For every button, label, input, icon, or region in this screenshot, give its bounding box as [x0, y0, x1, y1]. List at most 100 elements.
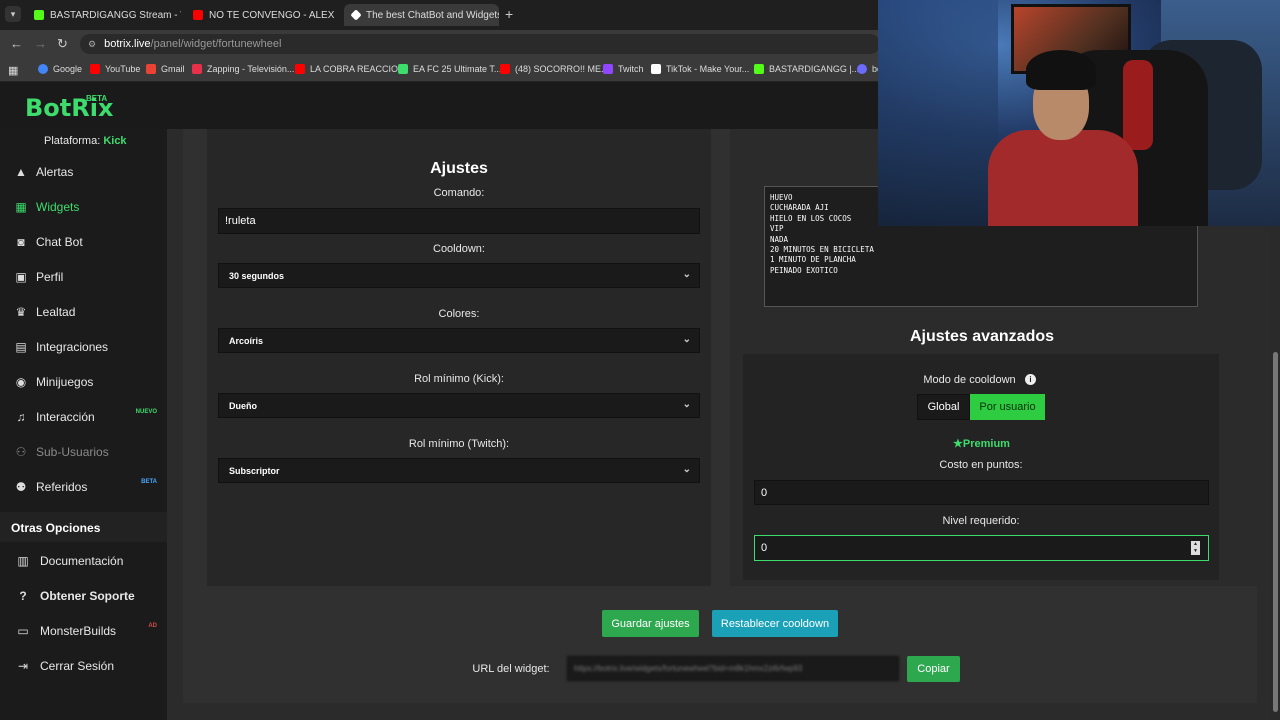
number-stepper[interactable]: ▲ ▼ [1191, 541, 1200, 555]
sidebar-item-interaccion[interactable]: ♫ Interacción NUEVO [0, 404, 167, 430]
chevron-down-icon: ⌄ [682, 269, 691, 280]
info-icon[interactable]: i [1025, 374, 1036, 385]
futbin-icon [398, 64, 408, 74]
copy-button[interactable]: Copiar [907, 656, 960, 682]
sidebar: Plataforma: Kick ▲ Alertas ▦ Widgets ◙ Chat… [0, 129, 167, 720]
apps-grid-icon[interactable]: ▦ [8, 64, 18, 77]
bookmark-la-cobra[interactable]: LA COBRA REACCIO... [295, 64, 406, 74]
browser-tab-botrix[interactable]: The best ChatBot and Widgets ✕ [344, 4, 499, 26]
sidebar-item-monsterbuilds[interactable]: ▭ MonsterBuilds AD [0, 618, 167, 644]
reload-icon[interactable]: ↻ [57, 36, 68, 52]
widget-url-field[interactable]: https://botrix.live/widgets/fortunewheel… [567, 656, 899, 681]
platform-indicator: Plataforma: Kick [44, 135, 127, 147]
settings-title: Ajustes [430, 160, 488, 177]
sidebar-item-alertas[interactable]: ▲ Alertas [0, 159, 167, 185]
cooldown-mode-toggle: Global Por usuario [917, 394, 1045, 420]
role-kick-label: Rol mínimo (Kick): [414, 373, 504, 385]
cooldown-label: Cooldown: [433, 243, 485, 255]
command-value: !ruleta [225, 215, 256, 227]
mode-per-user-button[interactable]: Por usuario [970, 394, 1045, 420]
bookmark-gmail[interactable]: Gmail [146, 64, 185, 74]
bookmark-google[interactable]: Google [38, 64, 82, 74]
cooldown-select[interactable]: 30 segundos ⌄ [218, 263, 700, 288]
youtube-icon [500, 64, 510, 74]
tab-title: NO TE CONVENGO - ALEX [209, 9, 335, 21]
sidebar-item-chat-bot[interactable]: ◙ Chat Bot [0, 229, 167, 255]
chevron-down-icon: ⌄ [682, 399, 691, 410]
forward-icon[interactable]: → [34, 36, 47, 51]
cost-value: 0 [761, 486, 768, 499]
address-bar[interactable]: ⚙ botrix.live/panel/widget/fortunewheel [80, 34, 880, 54]
level-value: 0 [761, 542, 768, 554]
warning-icon: ▲ [15, 165, 27, 179]
colors-value: Arcoíris [229, 335, 264, 346]
new-tab-button[interactable]: + [505, 6, 513, 22]
cost-label: Costo en puntos: [939, 459, 1023, 471]
reset-cooldown-button[interactable]: Restablecer cooldown [712, 610, 838, 637]
advanced-settings-title: Ajustes avanzados [909, 328, 1055, 345]
cost-input[interactable]: 0 [754, 480, 1209, 505]
bookmark-ea-fc[interactable]: EA FC 25 Ultimate T... [398, 64, 501, 74]
sidebar-item-minijuegos[interactable]: ◉ Minijuegos [0, 369, 167, 395]
other-options-title: Otras Opciones [11, 521, 101, 535]
sidebar-item-integraciones[interactable]: ▤ Integraciones [0, 334, 167, 360]
beta-badge: BETA [141, 479, 157, 485]
youtube-icon [295, 64, 305, 74]
bookmark-tiktok[interactable]: TikTok - Make Your... [651, 64, 749, 74]
cam-background-lights [878, 0, 998, 226]
youtube-icon [193, 10, 203, 20]
save-settings-button[interactable]: Guardar ajustes [602, 610, 699, 637]
role-kick-value: Dueño [229, 400, 257, 411]
bookmark-youtube[interactable]: YouTube [90, 64, 140, 74]
tab-title: BASTARDIGANGG Stream - Wa [50, 9, 181, 21]
bookmark-zapping[interactable]: Zapping - Televisión... [192, 64, 294, 74]
level-input[interactable]: 0 ▲ ▼ [754, 535, 1209, 561]
browser-tab-kick-stream[interactable]: BASTARDIGANGG Stream - Wa ✕ [26, 4, 181, 26]
bookmark-socorro[interactable]: (48) SOCORRO!! ME... [500, 64, 609, 74]
command-input[interactable]: !ruleta [218, 208, 700, 234]
sidebar-item-documentacion[interactable]: ▥ Documentación [0, 548, 167, 574]
chevron-down-icon: ⌄ [682, 334, 691, 345]
document-icon: ▥ [17, 554, 29, 568]
cam-chair-accent [1123, 60, 1153, 150]
cooldown-mode-label: Modo de cooldown [923, 374, 1016, 386]
cooldown-value: 30 segundos [229, 270, 285, 281]
sidebar-item-obtener-soporte[interactable]: ? Obtener Soporte [0, 583, 167, 609]
role-twitch-value: Subscriptor [229, 465, 280, 476]
browser-tab-youtube[interactable]: NO TE CONVENGO - ALEX 🔊 ✕ [185, 4, 340, 26]
sidebar-item-lealtad[interactable]: ♛ Lealtad [0, 299, 167, 325]
back-icon[interactable]: ← [10, 36, 23, 51]
laptop-icon: ▭ [17, 624, 29, 638]
premium-label: ★Premium [953, 438, 1010, 450]
beta-badge: BETA [86, 94, 108, 103]
role-kick-select[interactable]: Dueño ⌄ [218, 393, 700, 418]
close-tab-icon[interactable]: 🔊 ✕ [334, 9, 340, 22]
bookmark-twitch[interactable]: Twitch [603, 64, 644, 74]
tab-search-button[interactable]: ▾ [5, 6, 21, 22]
sidebar-item-referidos[interactable]: ⚉ Referidos BETA [0, 474, 167, 500]
mode-global-button[interactable]: Global [917, 394, 970, 420]
sidebar-item-cerrar-sesion[interactable]: ⇥ Cerrar Sesión [0, 653, 167, 679]
gmail-icon [146, 64, 156, 74]
sidebar-item-widgets[interactable]: ▦ Widgets [0, 194, 167, 220]
role-twitch-select[interactable]: Subscriptor ⌄ [218, 458, 700, 483]
star-icon: ★ [953, 438, 963, 450]
url-host: botrix.live [104, 38, 151, 50]
logout-icon: ⇥ [17, 659, 29, 673]
url-path: /panel/widget/fortunewheel [150, 38, 282, 50]
id-card-icon: ▣ [15, 270, 27, 284]
page-scrollbar-thumb[interactable] [1273, 352, 1278, 712]
bookmark-favicon-icon [857, 64, 867, 74]
ad-badge: AD [148, 623, 157, 629]
sidebar-item-sub-usuarios[interactable]: ⚇ Sub-Usuarios [0, 439, 167, 465]
music-icon: ♫ [16, 410, 26, 424]
botrix-favicon-icon [350, 9, 362, 21]
kick-icon [34, 10, 44, 20]
platform-value: Kick [103, 135, 127, 147]
site-info-icon[interactable]: ⚙ [88, 39, 96, 50]
widget-url-label: URL del widget: [472, 663, 550, 675]
sidebar-item-perfil[interactable]: ▣ Perfil [0, 264, 167, 290]
colors-select[interactable]: Arcoíris ⌄ [218, 328, 700, 353]
bookmark-bastardigangg[interactable]: BASTARDIGANGG |... [754, 64, 859, 74]
cam-person-hair [1026, 50, 1096, 90]
